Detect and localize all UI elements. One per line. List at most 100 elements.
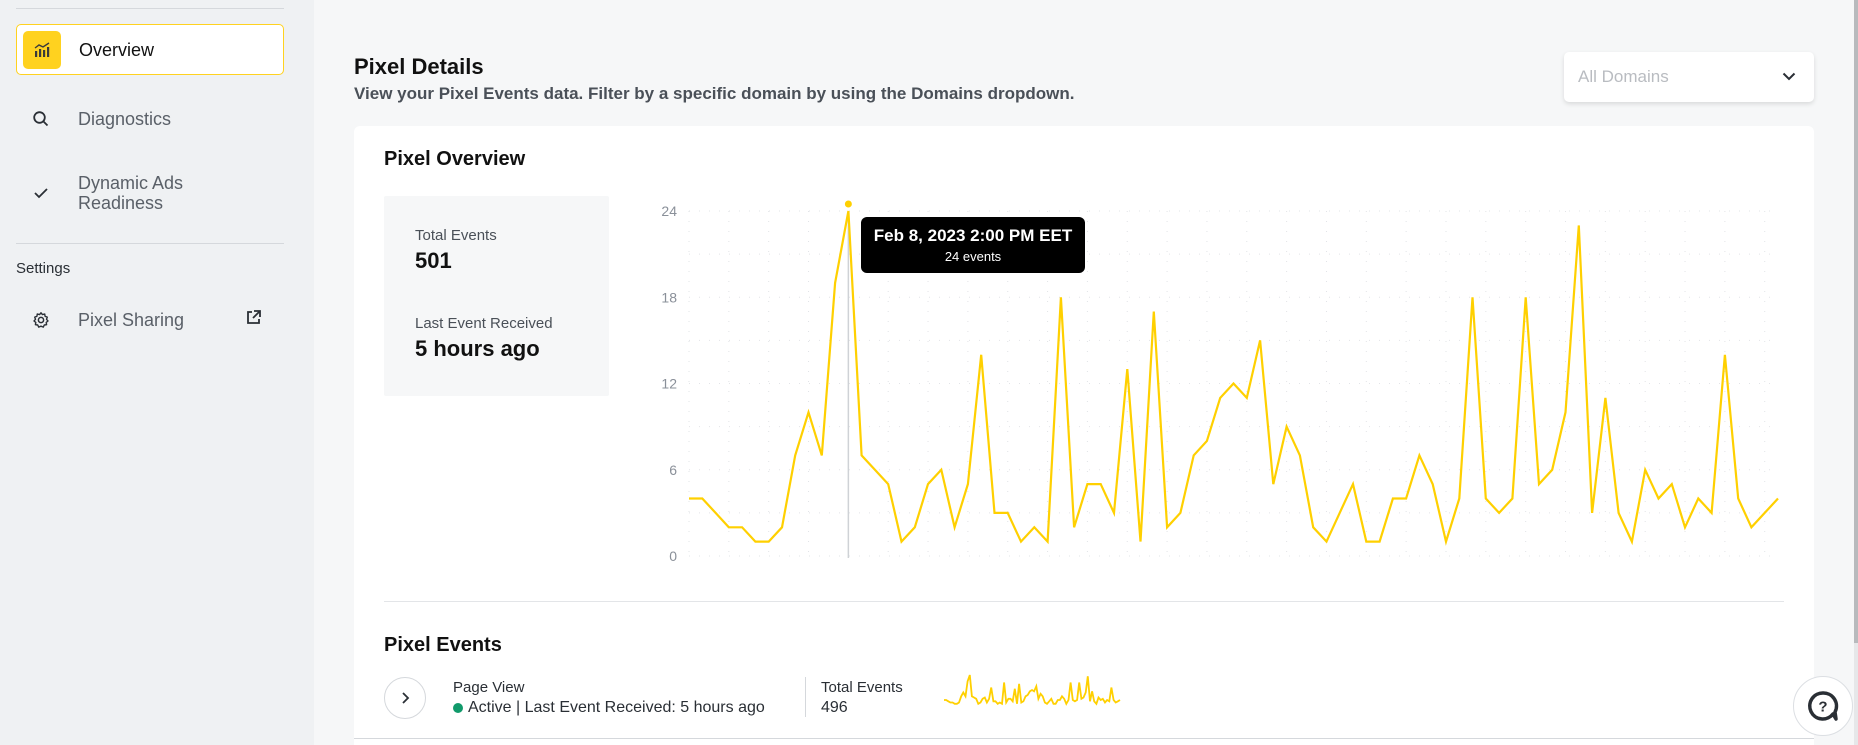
data-point[interactable] [1257, 337, 1263, 343]
data-point[interactable] [1775, 496, 1781, 502]
data-point[interactable] [1284, 424, 1290, 430]
data-point[interactable] [1496, 510, 1502, 516]
data-point[interactable] [1018, 539, 1024, 545]
data-point[interactable] [1005, 510, 1011, 516]
data-point[interactable] [1563, 409, 1569, 415]
data-point[interactable] [1337, 510, 1343, 516]
data-point[interactable] [1589, 510, 1595, 516]
data-point[interactable] [1682, 524, 1688, 530]
data-point[interactable] [1470, 294, 1476, 300]
data-point[interactable] [1071, 524, 1077, 530]
data-point[interactable] [991, 510, 997, 516]
data-point[interactable] [779, 524, 785, 530]
last-event-label: Last Event Received [415, 315, 553, 332]
data-point[interactable] [686, 496, 692, 502]
data-point[interactable] [938, 467, 944, 473]
help-button[interactable]: ? [1793, 676, 1853, 736]
data-point[interactable] [872, 467, 878, 473]
data-point[interactable] [978, 352, 984, 358]
sidebar-item-diagnostics[interactable]: Diagnostics [16, 97, 284, 141]
data-point[interactable] [1695, 496, 1701, 502]
data-point[interactable] [726, 524, 732, 530]
data-point[interactable] [1430, 481, 1436, 487]
data-point[interactable] [1244, 395, 1250, 401]
data-point[interactable] [1748, 524, 1754, 530]
sidebar-divider [16, 243, 284, 244]
data-point[interactable] [1536, 481, 1542, 487]
data-point[interactable] [1722, 352, 1728, 358]
data-point[interactable] [1523, 294, 1529, 300]
data-point[interactable] [1456, 496, 1462, 502]
expand-row-button[interactable] [384, 677, 426, 719]
data-point[interactable] [1403, 496, 1409, 502]
data-point[interactable] [1483, 496, 1489, 502]
data-point[interactable] [1735, 496, 1741, 502]
data-point[interactable] [1191, 452, 1197, 458]
data-point[interactable] [1045, 539, 1051, 545]
data-point[interactable] [912, 524, 918, 530]
scrollbar[interactable] [1854, 0, 1858, 745]
external-link-icon[interactable] [245, 309, 262, 331]
data-point[interactable] [1642, 467, 1648, 473]
data-point[interactable] [1629, 539, 1635, 545]
sidebar-item-label: Dynamic Ads Readiness [78, 173, 184, 213]
data-point[interactable] [1084, 481, 1090, 487]
data-point[interactable] [1709, 510, 1715, 516]
data-point[interactable] [1058, 294, 1064, 300]
data-point[interactable] [1111, 510, 1117, 516]
data-point[interactable] [1669, 481, 1675, 487]
y-tick-label: 18 [661, 289, 677, 305]
data-point[interactable] [1616, 510, 1622, 516]
data-point[interactable] [713, 510, 719, 516]
data-point[interactable] [1390, 496, 1396, 502]
data-point[interactable] [1177, 510, 1183, 516]
data-point[interactable] [1138, 539, 1144, 545]
data-point[interactable] [1350, 481, 1356, 487]
domains-dropdown[interactable]: All Domains [1564, 52, 1814, 102]
data-point[interactable] [965, 481, 971, 487]
data-point[interactable] [1151, 309, 1157, 315]
data-point[interactable] [1297, 452, 1303, 458]
data-point[interactable] [1549, 467, 1555, 473]
sidebar-item-overview[interactable]: Overview [16, 24, 284, 75]
data-point[interactable] [1217, 395, 1223, 401]
data-point[interactable] [832, 280, 838, 286]
data-point[interactable] [1576, 222, 1582, 228]
data-point[interactable] [1124, 366, 1130, 372]
data-point[interactable] [1031, 524, 1037, 530]
data-point[interactable] [952, 524, 958, 530]
data-point[interactable] [885, 481, 891, 487]
data-point[interactable] [1098, 481, 1104, 487]
data-point[interactable] [1323, 539, 1329, 545]
data-point[interactable] [739, 524, 745, 530]
data-point[interactable] [699, 496, 705, 502]
data-point[interactable] [1509, 496, 1515, 502]
data-point[interactable] [845, 208, 851, 214]
data-point[interactable] [1377, 539, 1383, 545]
data-point[interactable] [806, 409, 812, 415]
sidebar-item-dynamic-ads-readiness[interactable]: Dynamic Ads Readiness [16, 170, 284, 216]
event-total-value: 496 [821, 699, 848, 716]
data-point[interactable] [1443, 539, 1449, 545]
data-point[interactable] [792, 452, 798, 458]
data-point[interactable] [1204, 438, 1210, 444]
data-point[interactable] [898, 539, 904, 545]
scrollbar-thumb[interactable] [1854, 0, 1858, 643]
data-point[interactable] [1363, 539, 1369, 545]
data-point[interactable] [1164, 524, 1170, 530]
y-tick-label: 24 [661, 203, 677, 219]
data-point[interactable] [1762, 510, 1768, 516]
data-point[interactable] [752, 539, 758, 545]
data-point[interactable] [859, 452, 865, 458]
data-point[interactable] [1231, 381, 1237, 387]
data-point[interactable] [766, 539, 772, 545]
data-point[interactable] [819, 452, 825, 458]
data-point[interactable] [1310, 524, 1316, 530]
data-point[interactable] [1655, 496, 1661, 502]
data-point[interactable] [925, 481, 931, 487]
data-point[interactable] [1602, 395, 1608, 401]
data-point[interactable] [1416, 452, 1422, 458]
data-point[interactable] [1270, 481, 1276, 487]
sidebar-item-pixel-sharing[interactable]: Pixel Sharing [16, 298, 284, 342]
series-line-events[interactable] [689, 210, 1779, 546]
